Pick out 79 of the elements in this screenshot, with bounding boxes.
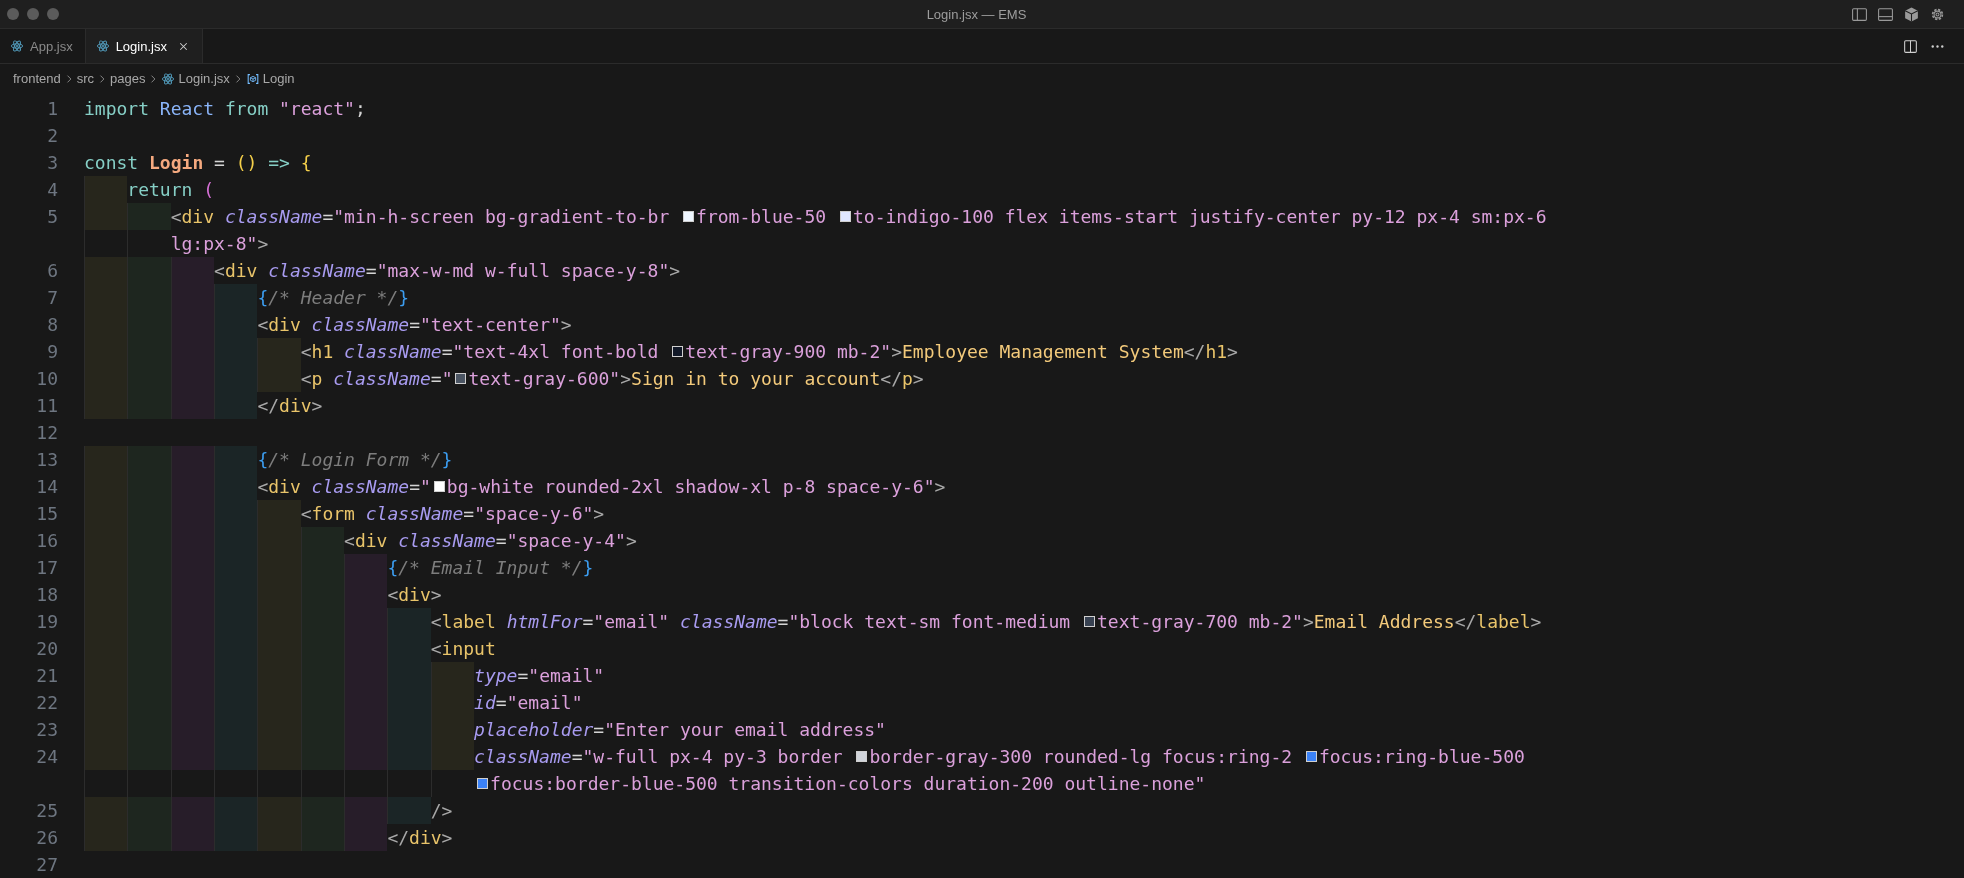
- react-icon: [161, 71, 176, 86]
- line-number: 7: [46, 286, 58, 310]
- line-number: 4: [46, 178, 58, 202]
- breadcrumb-item[interactable]: pages: [110, 71, 146, 87]
- line-number: 1: [46, 97, 58, 121]
- code-text: {/* Email Input */}: [387, 556, 594, 580]
- breadcrumb-item[interactable]: src: [76, 71, 95, 87]
- editor-tab[interactable]: Login.jsx: [85, 29, 203, 63]
- code-text: />: [430, 799, 453, 823]
- line-number: 8: [46, 313, 58, 337]
- line-number: 24: [35, 745, 58, 769]
- code-text: text-gray-700 mb-2">Email Address</label>: [1097, 610, 1542, 634]
- line-number: 23: [35, 718, 58, 742]
- line-number: 27: [35, 853, 58, 877]
- line-number: 18: [35, 583, 58, 607]
- line-number: 22: [35, 691, 58, 715]
- line-number: 13: [35, 448, 58, 472]
- cube-icon[interactable]: [1903, 5, 1920, 23]
- line-number: 20: [35, 637, 58, 661]
- window-control[interactable]: [27, 8, 39, 21]
- code-text: id="email": [474, 691, 583, 715]
- line-number: 6: [46, 259, 58, 283]
- line-number: 25: [35, 799, 58, 823]
- line-number: 14: [35, 475, 58, 499]
- code-text: <div className=": [257, 475, 431, 499]
- panel-toggle-icon[interactable]: [1877, 5, 1894, 23]
- window-control[interactable]: [47, 8, 59, 21]
- code-text: focus:ring-blue-500: [1318, 745, 1525, 769]
- line-number: 5: [46, 205, 58, 229]
- code-text: from-blue-50: [696, 205, 828, 229]
- code-text: import React from "react";: [84, 97, 366, 121]
- split-editor-icon[interactable]: [1902, 37, 1919, 55]
- code-text: placeholder="Enter your email address": [474, 718, 886, 742]
- react-icon: [95, 39, 110, 54]
- code-text: <p className=": [300, 367, 453, 391]
- react-icon: [10, 39, 24, 54]
- symbol-icon: [245, 71, 260, 86]
- line-number: 17: [35, 556, 58, 580]
- breadcrumb-item[interactable]: Login.jsx: [161, 71, 230, 87]
- line-number: 21: [35, 664, 58, 688]
- code-text: <div className="max-w-md w-full space-y-8">: [214, 259, 681, 283]
- breadcrumb-item[interactable]: Login: [245, 71, 295, 87]
- code-text: {/* Login Form */}: [257, 448, 453, 472]
- line-number: 19: [35, 610, 58, 634]
- line-number: 10: [35, 367, 58, 391]
- code-text: focus:border-blue-500 transition-colors duration-200 outline-none": [490, 772, 1206, 796]
- code-text: <div className="min-h-screen bg-gradient-to-br: [170, 205, 671, 229]
- code-text: <form className="space-y-6">: [300, 502, 605, 526]
- code-text: text-gray-900 mb-2">Employee Management System</h1>: [685, 340, 1238, 364]
- code-text: return (: [127, 178, 215, 202]
- code-text: lg:px-8">: [170, 232, 269, 256]
- line-number: 26: [35, 826, 58, 850]
- line-number: 2: [46, 124, 58, 148]
- line-number: 16: [35, 529, 58, 553]
- breadcrumb-item[interactable]: frontend: [13, 71, 61, 87]
- code-text: <h1 className="text-4xl font-bold: [300, 340, 660, 364]
- code-text: border-gray-300 rounded-lg focus:ring-2: [869, 745, 1294, 769]
- code-text: <div className="space-y-4">: [344, 529, 637, 553]
- code-text: <input: [430, 637, 496, 661]
- code-text: const Login = () => {: [84, 151, 312, 175]
- sidebar-toggle-icon[interactable]: [1851, 5, 1868, 23]
- code-text: </div>: [387, 826, 453, 850]
- window-control[interactable]: [7, 8, 19, 21]
- code-text: <div>: [387, 583, 442, 607]
- code-text: <label htmlFor="email" className="block text-sm font-medium: [430, 610, 1072, 634]
- code-text: type="email": [474, 664, 605, 688]
- code-text: text-gray-600">Sign in to your account</p>: [468, 367, 924, 391]
- code-text: className="w-full px-4 py-3 border: [474, 745, 844, 769]
- line-number: 3: [46, 151, 58, 175]
- code-text: <div className="text-center">: [257, 313, 572, 337]
- code-text: to-indigo-100 flex items-start justify-center py-12 px-4 sm:px-6: [852, 205, 1547, 229]
- window-title: Login.jsx — EMS: [925, 6, 1028, 22]
- code-text: {/* Header */}: [257, 286, 410, 310]
- code-text: </div>: [257, 394, 323, 418]
- code-text: bg-white rounded-2xl shadow-xl p-8 space-y-6">: [446, 475, 946, 499]
- line-number: 15: [35, 502, 58, 526]
- line-number: 12: [35, 421, 58, 445]
- line-number: 9: [46, 340, 58, 364]
- line-number: 11: [35, 394, 58, 418]
